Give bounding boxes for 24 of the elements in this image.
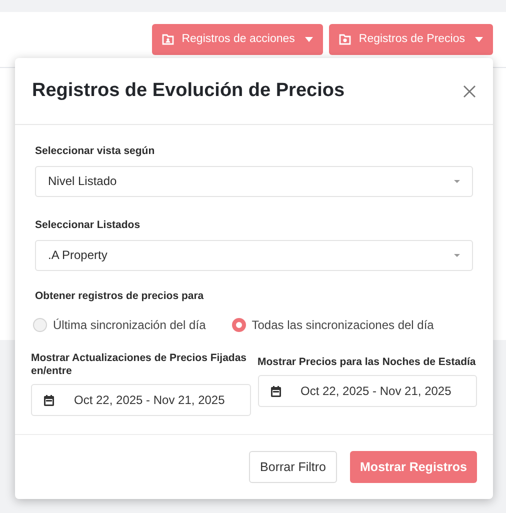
caret-icon bbox=[304, 37, 313, 42]
calendar-icon bbox=[44, 394, 54, 406]
caret-icon bbox=[475, 37, 483, 42]
date-range-field[interactable]: Oct 22, 2025 - Nov 21, 2025 bbox=[258, 375, 477, 408]
radio-button[interactable] bbox=[33, 318, 47, 332]
field-label: Seleccionar vista según bbox=[35, 144, 156, 159]
folder-icon bbox=[162, 34, 174, 45]
caret-icon bbox=[454, 180, 460, 183]
close-icon[interactable] bbox=[463, 84, 476, 98]
dialog-title: Registros de Evolución de Precios bbox=[32, 78, 345, 103]
radio-label[interactable]: Todas las sincronizaciones del día bbox=[252, 316, 434, 334]
field-label: Obtener registros de precios para bbox=[35, 288, 205, 304]
field-label: Mostrar Actualizaciones de Precios Fijadas en/entre bbox=[31, 352, 248, 378]
clear-filter-button[interactable]: Borrar Filtro bbox=[249, 451, 338, 484]
field-label: Seleccionar Listados bbox=[35, 218, 142, 233]
date-range-field[interactable]: Oct 22, 2025 - Nov 21, 2025 bbox=[31, 384, 250, 416]
radio-label[interactable]: Última sincronización del día bbox=[53, 316, 206, 334]
select-field[interactable]: .A Property bbox=[35, 240, 473, 270]
caret-icon bbox=[454, 254, 460, 256]
select-field[interactable]: Nivel Listado bbox=[35, 166, 473, 197]
folder-icon bbox=[338, 34, 351, 45]
radio-button[interactable] bbox=[232, 318, 246, 332]
calendar-icon bbox=[270, 386, 280, 397]
field-label: Mostrar Precios para las Noches de Estadía bbox=[258, 356, 477, 370]
